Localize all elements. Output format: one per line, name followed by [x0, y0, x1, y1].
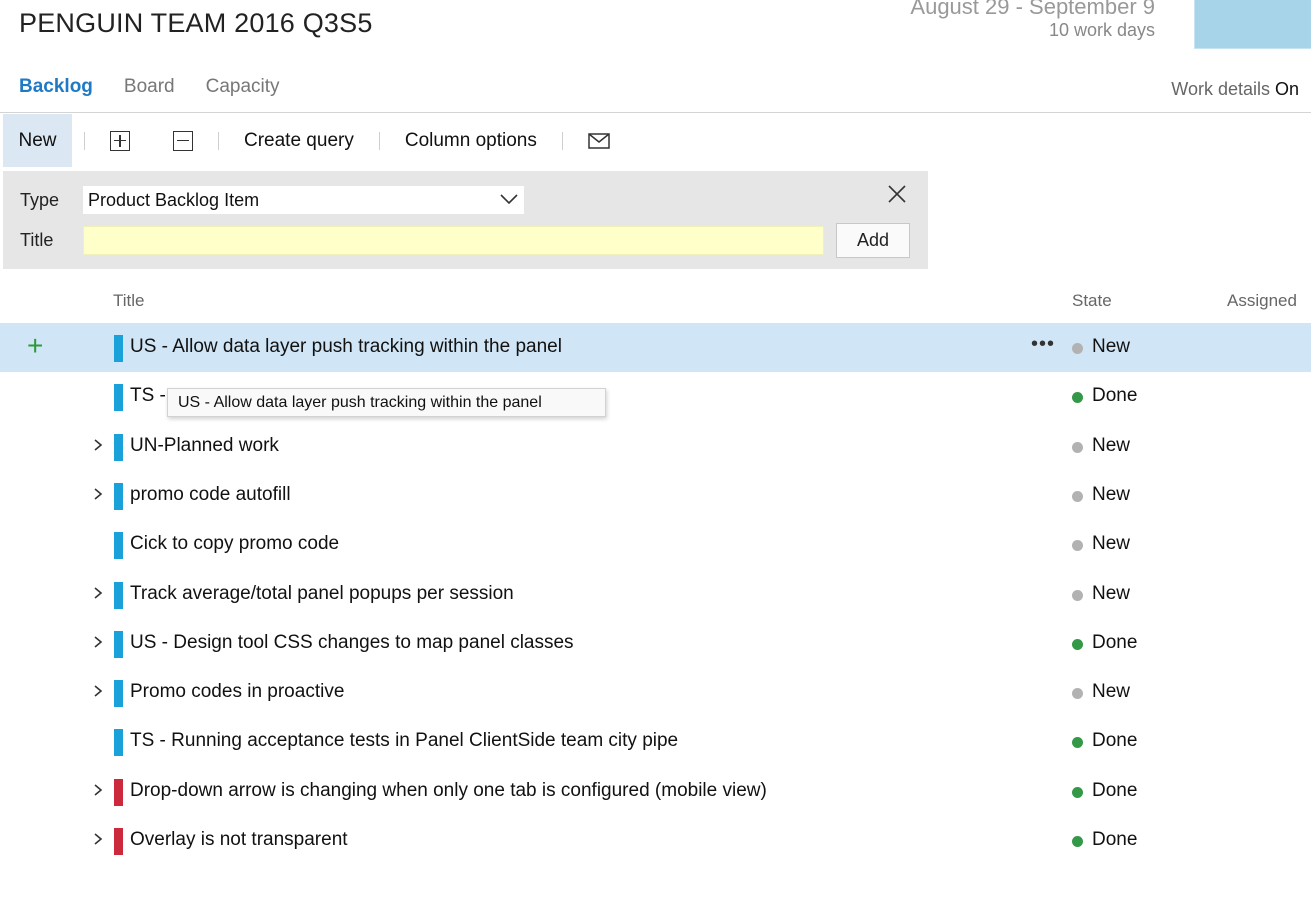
toolbar-divider [218, 131, 219, 150]
row-state[interactable]: New [1092, 583, 1130, 605]
chevron-right-icon[interactable] [93, 586, 103, 600]
row-state[interactable]: New [1092, 435, 1130, 457]
sprint-date-range: August 29 - September 9 [910, 0, 1155, 19]
create-query-button[interactable]: Create query [244, 130, 354, 152]
row-title[interactable]: Drop-down arrow is changing when only on… [130, 780, 767, 802]
pbi-type-bar [114, 680, 123, 707]
table-row[interactable]: Overlay is not transparent Done [0, 816, 1311, 865]
row-title[interactable]: Overlay is not transparent [130, 829, 348, 851]
state-indicator-icon [1072, 590, 1083, 601]
pbi-type-bar [114, 483, 123, 510]
work-details-value[interactable]: On [1275, 79, 1299, 99]
minus-box-icon[interactable] [173, 130, 193, 151]
row-title[interactable]: US - Allow data layer push tracking with… [130, 336, 562, 358]
burndown-chart-thumbnail[interactable] [1194, 0, 1311, 49]
toolbar-divider [378, 131, 380, 150]
table-row[interactable]: UN-Planned work New [0, 422, 1311, 471]
row-state[interactable]: New [1092, 533, 1130, 555]
page-title: PENGUIN TEAM 2016 Q3S5 [19, 8, 373, 38]
pbi-type-bar [114, 434, 123, 461]
table-row[interactable]: TS - Running acceptance tests in Panel C… [0, 717, 1311, 766]
row-title[interactable]: US - Design tool CSS changes to map pane… [130, 632, 574, 654]
row-title[interactable]: UN-Planned work [130, 435, 279, 457]
chevron-right-icon[interactable] [93, 635, 103, 649]
view-tabs: Backlog Board Capacity [19, 76, 311, 98]
mail-icon[interactable] [588, 132, 610, 149]
row-title[interactable]: TS - Running acceptance tests in Panel C… [130, 730, 678, 752]
chevron-right-icon[interactable] [93, 487, 103, 501]
row-state[interactable]: Done [1092, 385, 1137, 407]
close-icon[interactable] [887, 184, 907, 204]
row-title[interactable]: promo code autofill [130, 484, 291, 506]
chevron-right-icon[interactable] [93, 783, 103, 797]
type-select[interactable]: Product Backlog Item [83, 186, 524, 214]
title-input[interactable] [83, 226, 824, 255]
state-indicator-icon [1072, 540, 1083, 551]
work-details-toggle[interactable]: Work details On [1171, 79, 1299, 100]
title-label: Title [20, 230, 54, 250]
row-state[interactable]: Done [1092, 730, 1137, 752]
tab-board[interactable]: Board [124, 76, 175, 98]
chevron-right-icon[interactable] [93, 832, 103, 846]
pbi-type-bar [114, 582, 123, 609]
chevron-right-icon[interactable] [93, 684, 103, 698]
toolbar-divider [561, 131, 563, 150]
chevron-down-icon [500, 194, 518, 205]
tab-backlog[interactable]: Backlog [19, 76, 93, 98]
row-state[interactable]: New [1092, 681, 1130, 703]
toolbar-divider [84, 131, 85, 150]
pbi-type-bar [114, 335, 123, 362]
add-item-panel: Type Product Backlog Item Title Add [3, 171, 928, 269]
tabs-divider [0, 112, 1311, 113]
table-row[interactable]: promo code autofill New [0, 471, 1311, 520]
state-indicator-icon [1072, 639, 1083, 650]
state-indicator-icon [1072, 491, 1083, 502]
row-state[interactable]: Done [1092, 632, 1137, 654]
tab-capacity[interactable]: Capacity [206, 76, 280, 98]
column-options-button[interactable]: Column options [405, 130, 537, 152]
sprint-work-days: 10 work days [1048, 20, 1155, 40]
row-state[interactable]: Done [1092, 829, 1137, 851]
row-title[interactable]: Promo codes in proactive [130, 681, 344, 703]
row-state[interactable]: New [1092, 336, 1130, 358]
row-title[interactable]: Cick to copy promo code [130, 533, 339, 555]
row-state[interactable]: Done [1092, 780, 1137, 802]
table-row[interactable]: US - Design tool CSS changes to map pane… [0, 619, 1311, 668]
add-button[interactable]: Add [836, 223, 910, 258]
title-tooltip: US - Allow data layer push tracking with… [167, 388, 606, 417]
state-indicator-icon [1072, 836, 1083, 847]
pbi-type-bar [114, 532, 123, 559]
type-select-value: Product Backlog Item [88, 189, 260, 210]
column-header-title[interactable]: Title [113, 291, 145, 311]
state-indicator-icon [1072, 343, 1083, 354]
table-row[interactable]: Track average/total panel popups per ses… [0, 570, 1311, 619]
bug-type-bar [114, 779, 123, 806]
new-button[interactable]: New [3, 114, 72, 167]
more-actions-icon[interactable]: ••• [1031, 333, 1055, 356]
state-indicator-icon [1072, 787, 1083, 798]
table-row[interactable]: + US - Allow data layer push tracking wit… [0, 323, 1311, 372]
state-indicator-icon [1072, 442, 1083, 453]
work-details-label: Work details [1171, 79, 1270, 99]
column-header-assigned[interactable]: Assigned [1227, 291, 1297, 311]
type-label: Type [20, 190, 60, 210]
column-header-state[interactable]: State [1072, 291, 1112, 311]
pbi-type-bar [114, 384, 123, 411]
bug-type-bar [114, 828, 123, 855]
chevron-right-icon[interactable] [93, 438, 103, 452]
pbi-type-bar [114, 631, 123, 658]
table-row[interactable]: Cick to copy promo code New [0, 520, 1311, 569]
pbi-type-bar [114, 729, 123, 756]
state-indicator-icon [1072, 737, 1083, 748]
row-title[interactable]: Track average/total panel popups per ses… [130, 583, 514, 605]
backlog-toolbar: New Create query Column options [3, 114, 1311, 167]
table-row[interactable]: Drop-down arrow is changing when only on… [0, 767, 1311, 816]
state-indicator-icon [1072, 392, 1083, 403]
row-state[interactable]: New [1092, 484, 1130, 506]
add-child-icon[interactable]: + [27, 332, 43, 360]
plus-box-icon[interactable] [110, 130, 130, 151]
row-title[interactable]: TS - [130, 385, 166, 407]
state-indicator-icon [1072, 688, 1083, 699]
table-row[interactable]: Promo codes in proactive New [0, 668, 1311, 717]
